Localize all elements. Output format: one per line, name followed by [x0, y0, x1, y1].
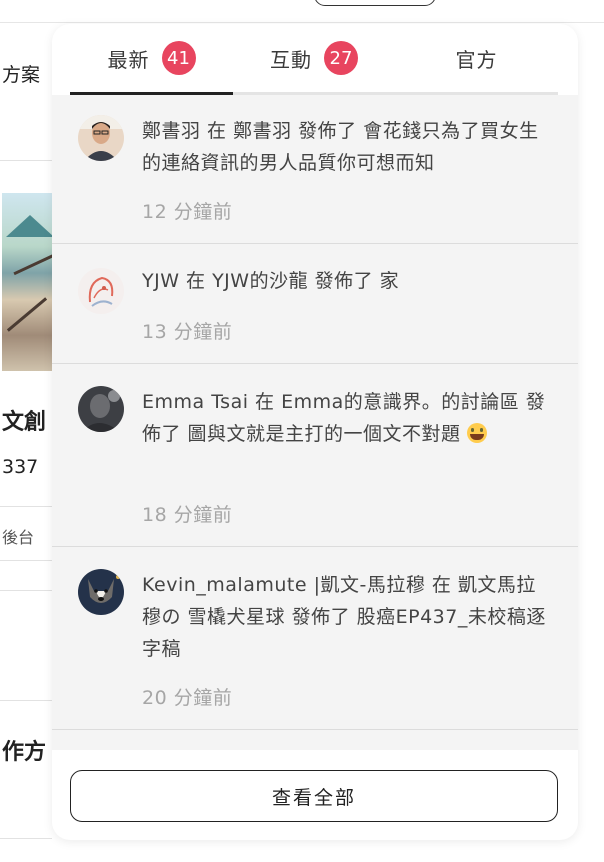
notification-time: 18 分鐘前 [142, 504, 233, 526]
avatar [78, 115, 124, 161]
bg-divider [0, 160, 52, 161]
tab-official[interactable]: 官方 [395, 24, 558, 92]
tab-interaction-label: 互動 [270, 47, 312, 72]
notification-tabs: 最新 41 互動 27 官方 [70, 24, 558, 95]
notification-message: 鄭書羽 在 鄭書羽 發佈了 會花錢只為了買女生的連絡資訊的男人品質你可想而知 [142, 120, 539, 174]
notification-item[interactable]: 鄭書羽 在 鄭書羽 發佈了 會花錢只為了買女生的連絡資訊的男人品質你可想而知 1… [52, 95, 578, 244]
bg-text-plan: 方案 [2, 64, 41, 86]
notification-message: YJW 在 YJW的沙龍 發佈了 家 [142, 270, 400, 292]
bg-text-author: 作方 [2, 740, 47, 765]
notification-item[interactable]: Emma Tsai 在 Emma的意識界。的討論區 發佈了 圖與文就是主打的一個… [52, 364, 578, 547]
avatar [78, 268, 124, 314]
tab-latest[interactable]: 最新 41 [70, 24, 233, 95]
tab-latest-label: 最新 [107, 47, 150, 72]
bg-divider [0, 838, 52, 839]
thumbnail-image[interactable] [2, 193, 54, 371]
notification-item[interactable]: YJW 在 YJW的沙龍 發佈了 家 13 分鐘前 [52, 244, 578, 364]
bg-text-count: 337 [2, 456, 39, 478]
header-button[interactable] [314, 0, 436, 6]
bg-divider [0, 700, 52, 701]
tab-latest-badge: 41 [161, 41, 196, 75]
bg-divider [0, 506, 52, 507]
notification-time: 13 分鐘前 [142, 321, 233, 343]
notification-item[interactable]: Kevin_malamute |凱文-馬拉穆 在 凱文馬拉穆の 雪橇犬星球 發佈… [52, 547, 578, 730]
notification-message: Emma Tsai 在 Emma的意識界。的討論區 發佈了 圖與文就是主打的一個… [142, 386, 552, 450]
tab-interaction[interactable]: 互動 27 [233, 24, 395, 92]
view-all-button[interactable]: 查看全部 [70, 770, 558, 822]
bg-text-admin[interactable]: 後台 [2, 524, 34, 548]
notification-time: 20 分鐘前 [142, 687, 233, 709]
top-divider [0, 22, 604, 23]
notification-list: 鄭書羽 在 鄭書羽 發佈了 會花錢只為了買女生的連絡資訊的男人品質你可想而知 1… [52, 95, 578, 750]
grinning-sweat-emoji-icon [467, 423, 488, 443]
avatar [78, 386, 124, 432]
notification-time: 12 分鐘前 [142, 201, 233, 223]
bg-divider [0, 590, 52, 591]
notification-message: Kevin_malamute |凱文-馬拉穆 在 凱文馬拉穆の 雪橇犬星球 發佈… [142, 574, 546, 660]
tab-interaction-badge: 27 [324, 41, 358, 75]
notification-item[interactable] [52, 730, 578, 750]
bg-text-title: 文創 [2, 410, 47, 435]
notification-popup: 最新 41 互動 27 官方 鄭書羽 在 鄭書羽 發佈了 會花錢只為了買女生的連… [52, 24, 578, 840]
tab-official-label: 官方 [455, 47, 498, 72]
bg-divider [0, 560, 52, 561]
avatar [78, 569, 124, 615]
